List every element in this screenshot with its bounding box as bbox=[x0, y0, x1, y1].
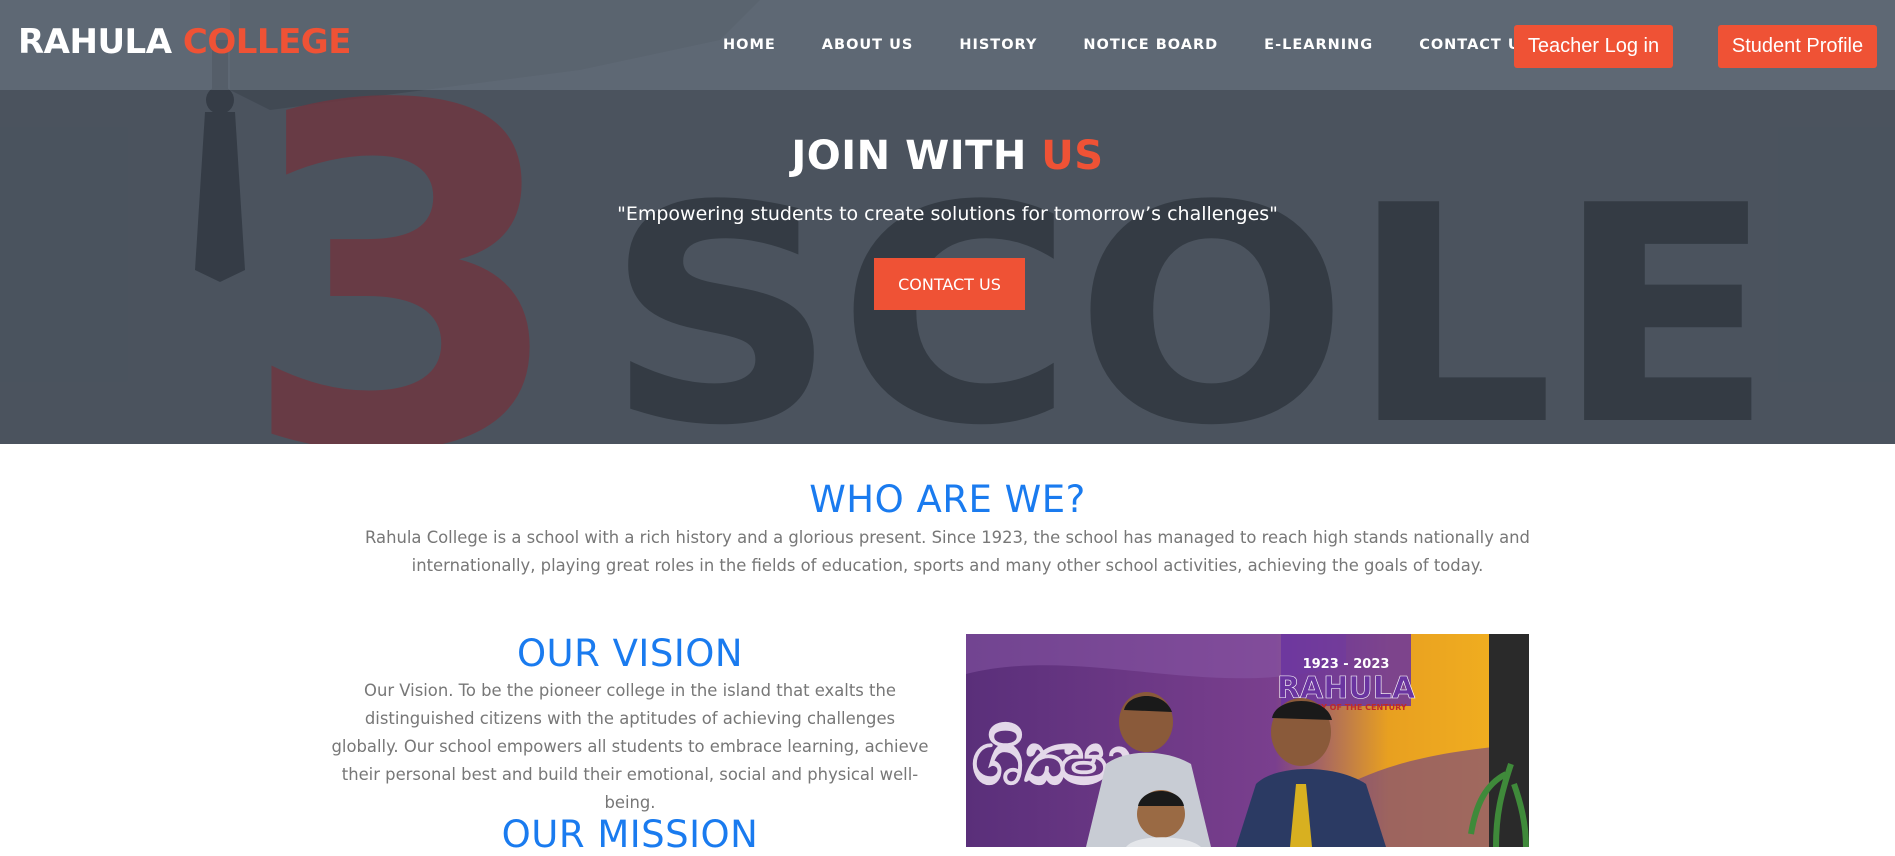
who-are-we-text: Rahula College is a school with a rich h… bbox=[365, 528, 1530, 575]
event-photo-art: ශික්‍ෂා 1923 - 2023 RAHULA CENTURY OF TH… bbox=[966, 634, 1529, 847]
brand-logo[interactable]: RAHULA COLLEGE bbox=[18, 22, 351, 62]
nav-about-us[interactable]: ABOUT US bbox=[822, 37, 914, 53]
hero-subtitle: "Empowering students to create solutions… bbox=[617, 203, 1278, 225]
hero-title-first: JOIN WITH bbox=[791, 133, 1027, 179]
hero-section: 3 SCOLE RAHULA COLLEGE HOME ABOUT US HIS… bbox=[0, 0, 1895, 444]
hero-title-accent: US bbox=[1041, 133, 1104, 179]
banner-years: 1923 - 2023 bbox=[1303, 657, 1390, 672]
who-are-we-heading: WHO ARE WE? bbox=[809, 478, 1086, 521]
vision-heading: OUR VISION bbox=[516, 632, 744, 675]
nav-home[interactable]: HOME bbox=[723, 37, 776, 53]
nav-e-learning[interactable]: E-LEARNING bbox=[1264, 37, 1373, 53]
brand-name-first: RAHULA bbox=[18, 22, 172, 62]
student-profile-button[interactable]: Student Profile bbox=[1718, 25, 1877, 68]
nav-history[interactable]: HISTORY bbox=[959, 37, 1037, 53]
brand-name-second: COLLEGE bbox=[182, 22, 352, 62]
nav-links: HOME ABOUT US HISTORY NOTICE BOARD E-LEA… bbox=[700, 0, 1555, 90]
hero-contact-button[interactable]: CONTACT US bbox=[874, 258, 1025, 310]
mission-heading: OUR MISSION bbox=[501, 813, 759, 856]
teacher-login-button[interactable]: Teacher Log in bbox=[1514, 25, 1673, 68]
hero-title: JOIN WITH US bbox=[0, 133, 1895, 179]
navbar: RAHULA COLLEGE HOME ABOUT US HISTORY NOT… bbox=[0, 0, 1895, 90]
event-photo: ශික්‍ෂා 1923 - 2023 RAHULA CENTURY OF TH… bbox=[966, 634, 1529, 847]
nav-notice-board[interactable]: NOTICE BOARD bbox=[1083, 37, 1218, 53]
vision-text: Our Vision. To be the pioneer college in… bbox=[331, 681, 929, 812]
